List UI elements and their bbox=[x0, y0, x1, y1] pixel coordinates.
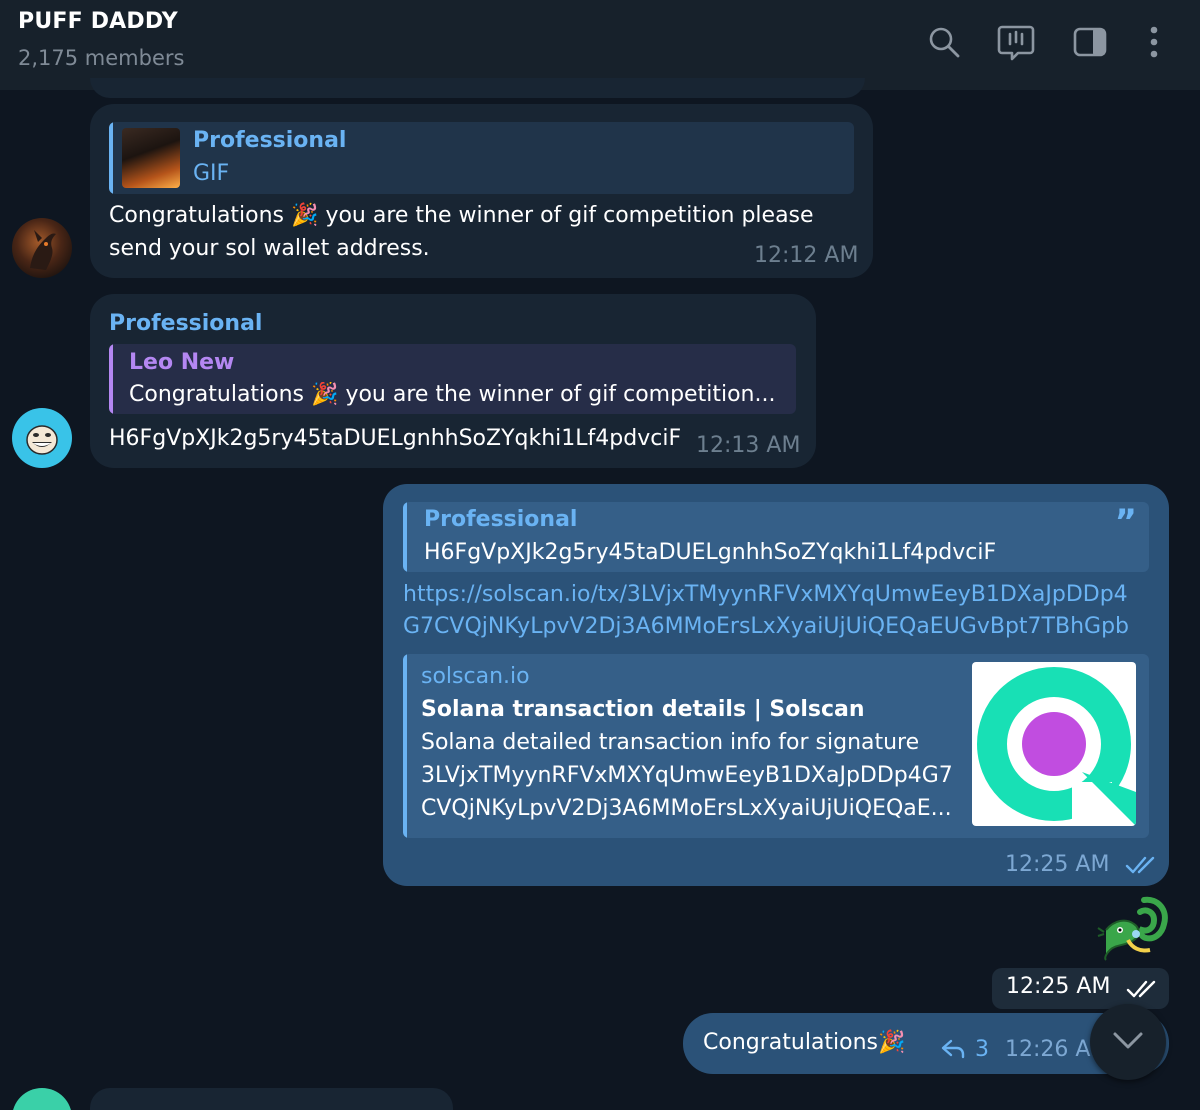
sender-avatar[interactable] bbox=[12, 218, 72, 278]
chat-header: PUFF DADDY 2,175 members bbox=[0, 0, 1200, 90]
message-time: 12:25 AM bbox=[1006, 974, 1111, 999]
solscan-logo[interactable] bbox=[972, 662, 1136, 826]
reply-text-part: Congratulations bbox=[129, 382, 305, 407]
next-message-bubble[interactable] bbox=[90, 1088, 453, 1110]
link-line[interactable]: G7CVQjNKyLpvV2Dj3A6MMoErsLxXyaiUjUiQEQaE… bbox=[403, 611, 1129, 643]
preview-bar bbox=[403, 654, 407, 838]
reply-count[interactable]: 3 bbox=[975, 1037, 989, 1062]
quote-text: H6FgVpXJk2g5ry45taDUELgnhhSoZYqkhi1Lf4pd… bbox=[424, 540, 997, 565]
gif-thumbnail bbox=[122, 128, 180, 188]
chat-title[interactable]: PUFF DADDY bbox=[18, 9, 178, 34]
message-text: H6FgVpXJk2g5ry45taDUELgnhhSoZYqkhi1Lf4pd… bbox=[109, 426, 682, 451]
message-text: Congratulations🎉 bbox=[703, 1026, 905, 1059]
reply-sender-name: Leo New bbox=[129, 350, 235, 375]
sender-avatar[interactable] bbox=[12, 1088, 72, 1110]
reply-sender-name: Professional bbox=[193, 128, 347, 153]
preview-site-name: solscan.io bbox=[421, 664, 530, 689]
quote-block[interactable]: Professional H6FgVpXJk2g5ry45taDUELgnhhS… bbox=[403, 502, 1149, 572]
message-bubble[interactable]: Professional Leo New Congratulations 🎉 y… bbox=[90, 294, 816, 468]
reply-arrow-icon[interactable] bbox=[941, 1039, 965, 1063]
party-emoji: 🎉 bbox=[878, 1030, 906, 1055]
preview-description: 3LVjxTMyynRFVxMXYqUmwEeyB1DXaJpDDp4G7 bbox=[421, 763, 953, 788]
transaction-link[interactable]: https://solscan.io/tx/3LVjxTMyynRFVxMXYq… bbox=[403, 579, 1129, 643]
previous-message-bubble bbox=[90, 78, 865, 98]
chevron-down-icon bbox=[1112, 1030, 1144, 1056]
quote-icon: ” bbox=[1114, 502, 1137, 542]
reply-bar bbox=[109, 344, 113, 414]
message-text-part: you are the winner of gif competition pl… bbox=[325, 203, 814, 228]
sender-name[interactable]: Professional bbox=[109, 311, 262, 336]
read-checkmarks-icon bbox=[1125, 854, 1159, 880]
message-time: 12:25 AM bbox=[1005, 852, 1110, 877]
sidebar-toggle-icon[interactable] bbox=[1070, 22, 1110, 62]
quote-bar bbox=[403, 502, 407, 572]
party-emoji: 🎉 bbox=[311, 382, 339, 407]
reply-preview[interactable]: Leo New Congratulations 🎉 you are the wi… bbox=[109, 344, 796, 414]
message-text: Congratulations 🎉 you are the winner of … bbox=[109, 199, 814, 232]
read-checkmarks-icon bbox=[1126, 978, 1160, 1004]
message-time: 12:13 AM bbox=[696, 433, 801, 458]
reply-text-part: you are the winner of gif competition... bbox=[345, 382, 776, 407]
dragon-sticker[interactable] bbox=[1096, 894, 1172, 964]
more-vert-icon[interactable] bbox=[1134, 22, 1174, 62]
reply-preview[interactable]: Professional GIF bbox=[109, 122, 854, 194]
message-time: 12:12 AM bbox=[754, 243, 859, 268]
reply-media-label: GIF bbox=[193, 161, 230, 186]
preview-description: CVQjNKyLpvV2Dj3A6MMoErsLxXyaiUjUiQEQaE..… bbox=[421, 796, 952, 821]
search-icon[interactable] bbox=[924, 22, 964, 62]
link-line[interactable]: https://solscan.io/tx/3LVjxTMyynRFVxMXYq… bbox=[403, 579, 1129, 611]
reply-text: Congratulations 🎉 you are the winner of … bbox=[129, 382, 789, 407]
link-preview-card[interactable]: solscan.io Solana transaction details | … bbox=[403, 654, 1149, 838]
party-emoji: 🎉 bbox=[291, 203, 319, 228]
message-text-part: Congratulations bbox=[703, 1030, 879, 1055]
quote-author: Professional bbox=[424, 507, 578, 532]
sender-avatar[interactable] bbox=[12, 408, 72, 468]
message-text-part: Congratulations bbox=[109, 203, 285, 228]
message-bubble[interactable]: Professional GIF Congratulations 🎉 you a… bbox=[90, 104, 873, 278]
voice-chat-icon[interactable] bbox=[996, 22, 1036, 62]
reply-bar bbox=[109, 122, 113, 194]
message-text-line: send your sol wallet address. bbox=[109, 236, 430, 261]
member-count: 2,175 members bbox=[18, 46, 185, 70]
preview-title: Solana transaction details | Solscan bbox=[421, 697, 865, 722]
outgoing-message-bubble[interactable]: Professional H6FgVpXJk2g5ry45taDUELgnhhS… bbox=[383, 484, 1169, 886]
sticker-time-badge: 12:25 AM bbox=[992, 968, 1169, 1009]
preview-description: Solana detailed transaction info for sig… bbox=[421, 730, 920, 755]
scroll-down-button[interactable] bbox=[1090, 1004, 1166, 1080]
